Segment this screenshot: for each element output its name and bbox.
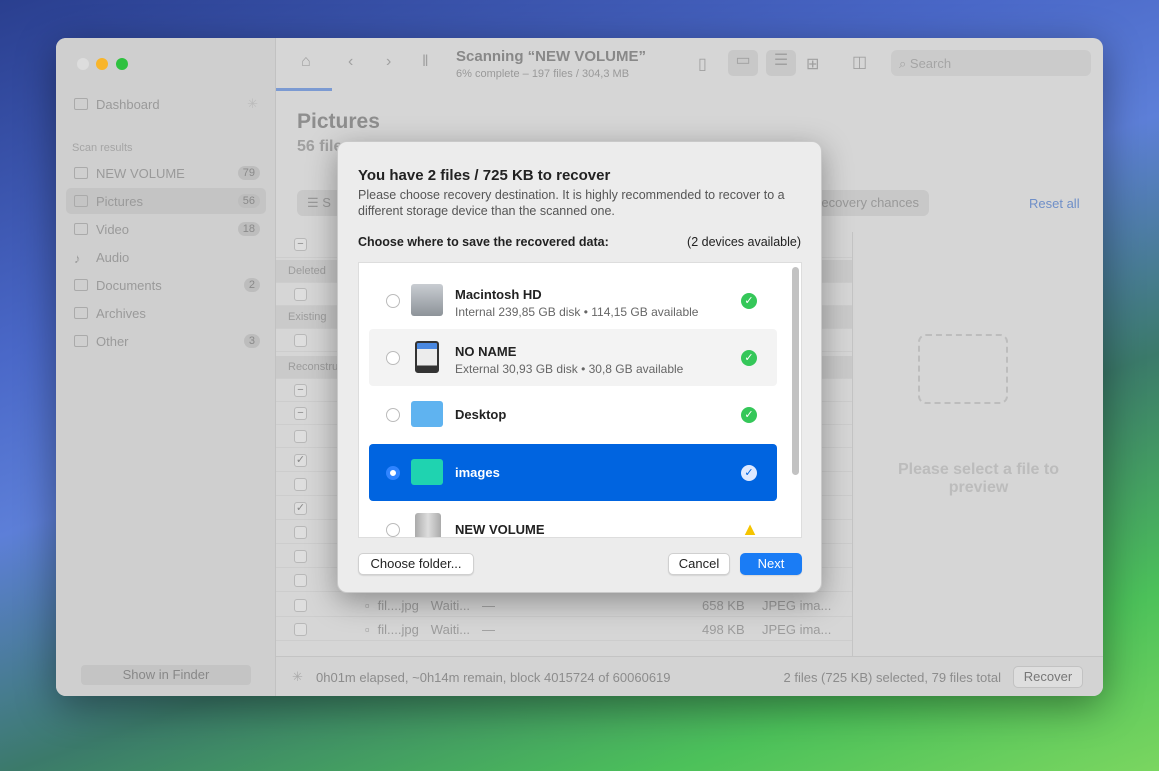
radio-button-selected[interactable]	[386, 466, 400, 480]
preview-placeholder-icon	[918, 334, 1008, 404]
pause-icon[interactable]: ‖	[422, 53, 429, 71]
destination-no-name[interactable]: NO NAME External 30,93 GB disk • 30,8 GB …	[369, 329, 777, 386]
check-icon: ✓	[741, 407, 757, 423]
grid-view-icon[interactable]: ⊞	[806, 54, 819, 74]
destination-list: Macintosh HD Internal 239,85 GB disk • 11…	[358, 262, 802, 538]
sidebar-item-documents[interactable]: Documents 2	[66, 272, 266, 298]
cancel-button[interactable]: Cancel	[668, 553, 730, 575]
sidebar-item-audio[interactable]: ♪ Audio	[66, 244, 266, 270]
file-icon: ▫	[365, 621, 370, 637]
archive-icon	[74, 307, 88, 319]
folder-view-icon[interactable]: ▭	[728, 50, 758, 76]
recover-button[interactable]: Recover	[1013, 666, 1083, 688]
warning-icon: ▲	[741, 519, 759, 538]
table-row[interactable]: ▫ fil....jpg Waiti... —498 KB JPEG ima...	[276, 618, 852, 641]
check-icon: ✓	[741, 465, 757, 481]
dialog-title: You have 2 files / 725 KB to recover	[358, 167, 611, 184]
check-icon: ✓	[741, 350, 757, 366]
sd-card-icon	[415, 341, 439, 373]
spinner-icon: ✳	[247, 96, 258, 111]
preview-message: Please select a file to preview	[898, 461, 1059, 496]
file-icon	[74, 335, 88, 347]
minimize-button[interactable]	[96, 58, 108, 70]
section-label: Scan results	[72, 142, 133, 154]
close-button[interactable]	[77, 58, 89, 70]
sidebar-item-dashboard[interactable]: Dashboard ✳	[66, 91, 266, 117]
music-icon: ♪	[74, 251, 81, 266]
search-icon: ⌕	[899, 56, 910, 71]
grid-icon	[74, 98, 88, 110]
preview-panel-icon[interactable]: ◫	[852, 52, 867, 72]
folder-icon	[411, 401, 443, 427]
table-row[interactable]: ▫ fil....jpg Waiti... —658 KB JPEG ima...	[276, 594, 852, 617]
sidebar-item-new-volume[interactable]: NEW VOLUME 79	[66, 160, 266, 186]
destination-desktop[interactable]: Desktop ✓	[369, 386, 777, 443]
sliders-icon: ☰	[307, 195, 323, 210]
sidebar: Dashboard ✳ Scan results NEW VOLUME 79 Pic…	[56, 38, 276, 696]
file-icon: ▫	[365, 597, 370, 613]
sidebar-item-video[interactable]: Video 18	[66, 216, 266, 242]
video-icon	[74, 223, 88, 235]
status-bar: ✳ 0h01m elapsed, ~0h14m remain, block 40…	[276, 656, 1103, 696]
destination-images[interactable]: images ✓	[369, 444, 777, 501]
document-icon	[74, 279, 88, 291]
file-view-icon[interactable]: ▯	[698, 54, 707, 74]
scan-progress-text: 6% complete – 197 files / 304,3 MB	[456, 68, 630, 80]
dialog-description: Please choose recovery destination. It i…	[358, 188, 785, 218]
page-title: Pictures	[297, 110, 380, 133]
back-icon[interactable]: ‹	[348, 53, 353, 71]
forward-icon[interactable]: ›	[386, 53, 391, 71]
destination-new-volume[interactable]: NEW VOLUME ▲	[369, 501, 777, 538]
show-in-finder-button[interactable]: Show in Finder	[81, 665, 251, 685]
radio-button[interactable]	[386, 523, 400, 537]
recovery-destination-dialog: You have 2 files / 725 KB to recover Ple…	[337, 141, 822, 593]
sidebar-item-archives[interactable]: Archives	[66, 300, 266, 326]
radio-button[interactable]	[386, 408, 400, 422]
sidebar-item-other[interactable]: Other 3	[66, 328, 266, 354]
hard-drive-icon	[411, 284, 443, 316]
folder-icon	[411, 459, 443, 485]
search-input[interactable]: ⌕ Search	[891, 50, 1091, 76]
home-icon[interactable]: ⌂	[301, 53, 311, 71]
reset-all-link[interactable]: Reset all	[1029, 196, 1080, 211]
drive-icon	[74, 167, 88, 179]
list-view-icon[interactable]: ☰	[766, 50, 796, 76]
external-drive-icon	[415, 513, 441, 537]
choose-folder-button[interactable]: Choose folder...	[358, 553, 474, 575]
tab-indicator	[276, 88, 332, 91]
select-all-checkbox[interactable]: −	[294, 238, 307, 251]
radio-button[interactable]	[386, 351, 400, 365]
window-title: Scanning “NEW VOLUME”	[456, 48, 647, 65]
zoom-button[interactable]	[116, 58, 128, 70]
next-button[interactable]: Next	[740, 553, 802, 575]
radio-button[interactable]	[386, 294, 400, 308]
scrollbar[interactable]	[792, 267, 799, 475]
picture-icon	[74, 195, 88, 207]
sidebar-item-pictures[interactable]: Pictures 56	[66, 188, 266, 214]
spinner-icon: ✳	[292, 669, 303, 684]
check-icon: ✓	[741, 293, 757, 309]
destination-macintosh-hd[interactable]: Macintosh HD Internal 239,85 GB disk • 11…	[369, 272, 777, 329]
